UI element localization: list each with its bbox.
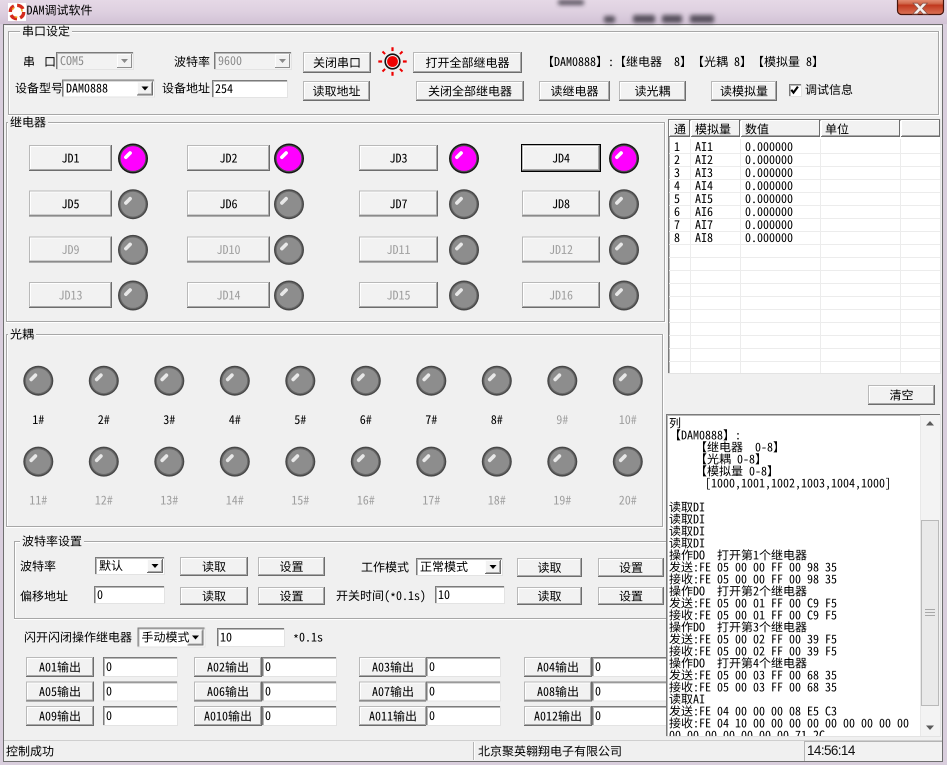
svg-text:14:56:14: 14:56:14 xyxy=(807,743,856,758)
